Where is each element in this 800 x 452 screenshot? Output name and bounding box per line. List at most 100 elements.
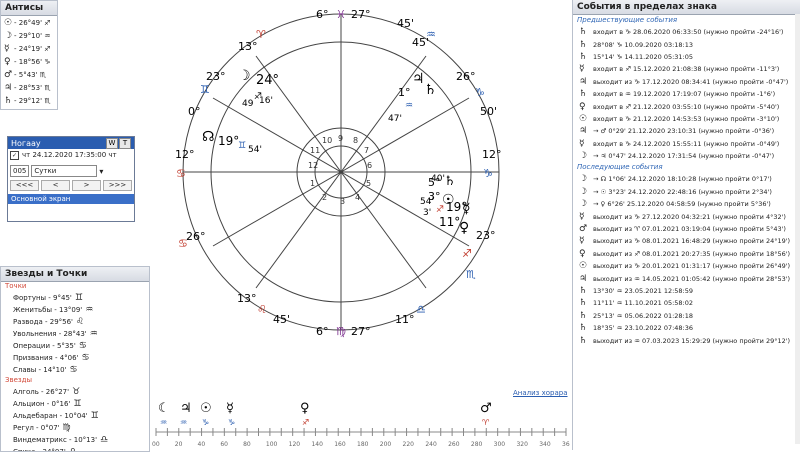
moon-icon: ☽ [238,68,251,84]
cusp-deg: 23° [476,229,496,242]
aries-icon: ♈ [256,28,266,41]
row-text: 13°30' ♒ 23.05.2021 12:58:59 [593,287,694,295]
next-event-row: ♃ выходит из ♒ 14.05.2021 01:05:42 (нужно… [573,272,800,284]
prev-event-row: ♃ → ♂ 0°29' 21.12.2020 23:10:31 (нужно пр… [573,125,800,137]
timeline-tick-label: 340 [539,441,551,448]
antis-value: - 18°56' ♑ [14,57,51,66]
planet-glyph-icon: ♃ [579,76,588,87]
row-text: 25°13' ♒ 05.06.2022 01:28:18 [593,311,694,320]
house-number: 7 [364,146,369,155]
aries-icon-tl: ♈ [482,418,489,427]
sign-glyph-icon: ♋ [78,341,87,351]
libra-icon: ♎ [416,303,426,316]
gemini-icon: ♊ [200,83,210,96]
mercury-planet-icon: ☿ [462,201,471,217]
house-number: 3 [340,197,345,206]
row-text: входит в ♐ 15.12.2020 21:08:38 (нужно пр… [593,65,780,74]
row-text: Альдебаран - 10°04' [13,412,88,420]
planet-glyph-icon: ☽ [579,151,588,162]
analysis-link[interactable]: Анализ хорара [513,389,568,397]
planet-glyph-icon: ☽ [579,186,588,197]
row-text: Развода - 29°56' [13,318,73,326]
node-minutes: 54' [248,145,262,155]
moon-icon-tl: ☾ [158,401,170,416]
step-input[interactable]: 005 [10,165,30,177]
events-scrollbar[interactable] [795,14,800,444]
horoscope-chart-area[interactable]: 6° ♓ 27° 6° ♍ 27° 13° ♈ 23° ♊ 0° 12° ♋ 2… [150,0,574,450]
venus-icon: ♀ [459,220,469,236]
chevron-down-icon[interactable]: ▾ [99,167,103,176]
stars-panel: Звезды и Точки Точки Фортуны - 9°45' ♊ Жен… [0,266,150,452]
horoscope-wheel[interactable]: 6° ♓ 27° 6° ♍ 27° 13° ♈ 23° ♊ 0° 12° ♋ 2… [150,0,574,450]
row-text: → ♂ 0°29' 21.12.2020 23:10:31 (нужно про… [593,127,775,136]
antis-row: ♀ - 18°56' ♑ [1,55,57,68]
jupiter-degree: 1° [398,86,411,99]
nogaya-window[interactable]: Ногаау WT ✓ чт 24.12.2020 17:35:00 чт 005… [7,136,135,222]
row-text: 18°35' ♒ 23.10.2022 07:48:36 [593,324,694,333]
next-event-row: ☽ → ♀ 6°26' 25.12.2020 04:58:59 (нужно пр… [573,198,800,210]
timeline-tick-label: 20 [175,441,183,448]
cusp-deg: 11° [395,313,415,326]
datetime-checkbox[interactable]: ✓ [10,150,19,160]
nav-back-button[interactable]: < [41,180,70,191]
aquarius-icon-tl: ♒ [160,418,167,427]
prev-event-row: ♄ 15°14' ♑ 14.11.2020 05:31:05 [573,51,800,63]
timeline-tick-label: 180 [357,441,369,448]
points-row: Увольнения - 28°43' ♒ [1,328,149,340]
cusp-deg-top-left: 6° [316,8,329,21]
cancer-icon-2: ♋ [178,237,188,250]
antis-value: - 28°53' ♏ [14,83,51,92]
next-event-row: ♄ 18°35' ♒ 23.10.2022 07:48:36 [573,322,800,334]
timeline-tick-label: 80 [243,441,251,448]
planet-glyph-icon: ☿ [579,138,585,149]
antis-row: ♂ - 5°43' ♏ [1,68,57,81]
row-text: Виндематрикс - 10°13' [13,436,98,444]
jupiter-icon: ♃ [412,71,425,87]
house-number: 5 [366,179,371,188]
timeline[interactable]: ☾ ♃ ☉ ☿ ♀ ♂ ♒ ♒ ♑ ♑ ♐ ♈ 00 20 40 60 80 100 120… [152,401,574,448]
nav-forward-button[interactable]: > [72,180,101,191]
t-button[interactable]: T [119,137,131,149]
node-degree: 19° [218,134,239,148]
row-text: выходит из ♒ 14.05.2021 01:05:42 (нужно … [593,274,791,283]
sign-glyph-icon: ♒ [85,305,94,315]
period-select[interactable]: Сутки [31,165,98,177]
row-text: выходит из ♑ 08.01.2021 16:48:29 (нужно … [593,237,791,246]
antis-row: ☿ - 24°19' ♐ [1,42,57,55]
saturn-icon: ♄ [424,82,437,98]
timeline-tick-label: 360 [562,441,570,448]
next-event-row: ♂ выходит из ♈ 07.01.2021 03:19:04 (нужно… [573,223,800,235]
points-row: Призвания - 4°06' ♋ [1,352,149,364]
cusp-deg: 26° [186,230,206,243]
row-text: → ☊ 1°06' 24.12.2020 18:10:28 (нужно про… [593,175,772,184]
nogaya-title: Ногаау [11,138,41,148]
main-screen-item[interactable]: Основной экран [8,194,134,204]
planet-glyph-icon: ♃ [579,126,588,137]
nogaya-titlebar[interactable]: Ногаау WT [8,137,134,149]
house-number: 12 [308,161,318,170]
datetime-row[interactable]: ✓ чт 24.12.2020 17:35:00 чт [8,149,134,161]
next-event-row: ☽ → ☊ 1°06' 24.12.2020 18:10:28 (нужно пр… [573,173,800,185]
venus-icon-tl: ♀ [300,401,310,416]
mars-icon-tl: ♂ [480,401,492,416]
w-button[interactable]: W [106,137,118,149]
row-text: входит в ♑ 24.12.2020 15:55:11 (нужно пр… [593,139,780,148]
planet-glyph-icon: ♀ [579,101,586,112]
house-number: 11 [310,146,320,155]
prev-event-row: ♀ входит в ♐ 21.12.2020 03:55:10 (нужно п… [573,100,800,112]
next-event-row: ♄ 25°13' ♒ 05.06.2022 01:28:18 [573,310,800,322]
jupiter-icon-tl: ♃ [180,401,192,416]
antis-title: Антисы [1,1,57,16]
row-text: входит в ♑ 28.06.2020 06:33:50 (нужно пр… [593,28,784,37]
timeline-tick-label: 00 [152,441,160,448]
virgo-icon: ♍ [336,325,346,338]
antis-value: - 24°19' ♐ [14,44,51,53]
aquarius-icon-2: ♒ [405,101,413,111]
house-number: 8 [353,136,358,145]
prev-event-row: ☉ входит в ♑ 21.12.2020 14:53:53 (нужно п… [573,113,800,125]
next-event-row: ♀ выходит из ♐ 08.01.2021 20:27:35 (нужно… [573,248,800,260]
antis-value: - 29°12' ♏ [14,96,51,105]
sun-icon-tl: ☉ [200,401,212,416]
nav-back-fast-button[interactable]: <<< [10,180,39,191]
nav-forward-fast-button[interactable]: >>> [103,180,132,191]
